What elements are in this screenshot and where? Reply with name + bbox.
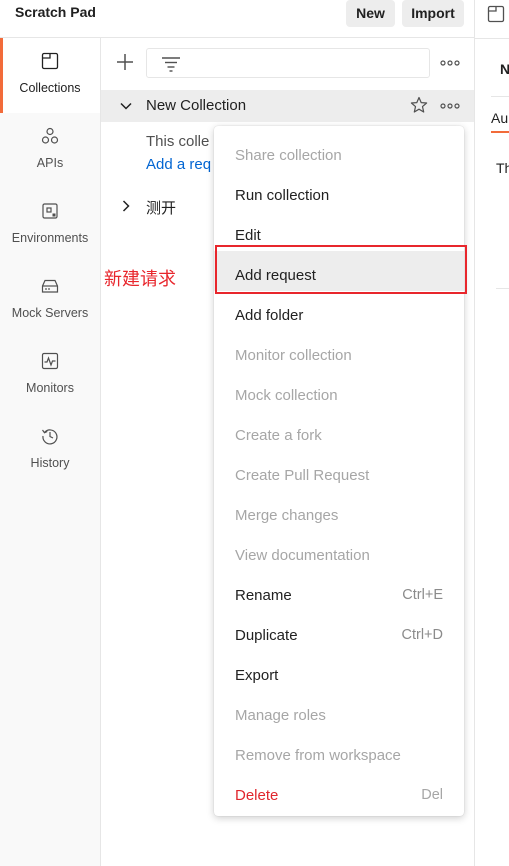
menu-item-label: Edit <box>235 227 261 244</box>
menu-item-label: Create a fork <box>235 427 322 444</box>
menu-item-shortcut: Del <box>421 787 443 803</box>
menu-item-create-fork: Create a fork <box>214 411 464 451</box>
sidebar-item-label: History <box>30 456 70 470</box>
menu-item-delete[interactable]: Delete Del <box>214 771 464 811</box>
sidebar-item-collections[interactable]: Collections <box>0 38 100 113</box>
menu-item-run-collection[interactable]: Run collection <box>214 171 464 211</box>
menu-item-label: Remove from workspace <box>235 747 401 764</box>
add-request-link[interactable]: Add a req <box>146 156 211 173</box>
menu-item-export[interactable]: Export <box>214 651 464 691</box>
menu-item-label: Create Pull Request <box>235 467 370 484</box>
menu-item-share-collection: Share collection <box>214 131 464 171</box>
menu-item-shortcut: Ctrl+D <box>401 627 444 643</box>
collection-name: New Collection <box>146 97 247 114</box>
sidebar-item-history[interactable]: History <box>0 413 100 488</box>
mock-servers-icon <box>41 279 59 293</box>
top-bar: Scratch Pad New Import <box>0 0 474 38</box>
new-button[interactable]: New <box>346 0 395 27</box>
menu-item-add-folder[interactable]: Add folder <box>214 291 464 331</box>
menu-item-label: Export <box>235 667 279 684</box>
sidebar-item-monitors[interactable]: Monitors <box>0 338 100 413</box>
menu-item-merge-changes: Merge changes <box>214 491 464 531</box>
filter-search-box[interactable] <box>146 48 430 78</box>
collections-icon <box>41 52 59 70</box>
divider <box>491 96 509 97</box>
menu-item-duplicate[interactable]: Duplicate Ctrl+D <box>214 611 464 651</box>
monitors-icon <box>41 352 59 370</box>
menu-item-monitor-collection: Monitor collection <box>214 331 464 371</box>
menu-item-label: Manage roles <box>235 707 326 724</box>
more-options-icon[interactable] <box>439 95 461 117</box>
menu-item-label: Duplicate <box>235 627 298 644</box>
add-collection-button[interactable] <box>115 52 135 72</box>
menu-item-view-documentation: View documentation <box>214 531 464 571</box>
menu-item-remove-from-workspace: Remove from workspace <box>214 731 464 771</box>
environments-icon <box>42 203 58 219</box>
collection-context-menu: Share collection Run collection Edit Add… <box>214 126 464 816</box>
menu-item-shortcut: Ctrl+E <box>402 587 443 603</box>
collection-header-title: N <box>500 61 509 77</box>
sidebar: Collections APIs Environments Mock Serve… <box>0 38 101 866</box>
menu-item-label: Mock collection <box>235 387 338 404</box>
collection-tab-icon[interactable] <box>487 5 505 23</box>
import-button[interactable]: Import <box>402 0 464 27</box>
apis-icon <box>41 127 59 144</box>
more-options-icon[interactable] <box>439 52 461 74</box>
chevron-right-icon[interactable] <box>119 199 133 213</box>
menu-item-create-pull-request: Create Pull Request <box>214 451 464 491</box>
sidebar-item-label: Monitors <box>26 381 74 395</box>
tab-body-text: Th <box>496 160 509 176</box>
chevron-down-icon[interactable] <box>119 99 133 113</box>
workspace-title[interactable]: Scratch Pad <box>15 4 96 20</box>
menu-item-label: Rename <box>235 587 292 604</box>
empty-collection-text: This colle <box>146 133 210 150</box>
sidebar-item-label: APIs <box>36 156 64 170</box>
divider <box>496 288 509 289</box>
collection-row-new-collection[interactable]: New Collection <box>101 90 474 122</box>
divider <box>475 38 509 39</box>
sidebar-item-environments[interactable]: Environments <box>0 188 100 263</box>
sidebar-item-apis[interactable]: APIs <box>0 113 100 188</box>
active-tab-indicator <box>491 131 509 133</box>
menu-item-label: Delete <box>235 787 279 804</box>
annotation-label: 新建请求 <box>104 269 176 290</box>
tab-authorization[interactable]: Au <box>491 110 508 126</box>
menu-item-label: Run collection <box>235 187 330 204</box>
annotation-highlight-box <box>215 245 467 294</box>
menu-item-label: Merge changes <box>235 507 339 524</box>
menu-item-label: View documentation <box>235 547 370 564</box>
menu-item-label: Share collection <box>235 147 342 164</box>
menu-item-label: Monitor collection <box>235 347 352 364</box>
menu-item-mock-collection: Mock collection <box>214 371 464 411</box>
star-icon[interactable] <box>410 96 428 114</box>
sidebar-item-mock-servers[interactable]: Mock Servers <box>0 263 100 338</box>
filter-icon <box>162 57 180 72</box>
menu-item-manage-roles: Manage roles <box>214 691 464 731</box>
menu-item-rename[interactable]: Rename Ctrl+E <box>214 571 464 611</box>
request-panel: N Au Th <box>474 0 509 866</box>
menu-item-label: Add folder <box>235 307 304 324</box>
collection-name: 测开 <box>146 200 177 217</box>
sidebar-item-label: Mock Servers <box>11 306 89 320</box>
history-icon <box>42 429 58 445</box>
sidebar-item-label: Environments <box>11 231 89 245</box>
sidebar-item-label: Collections <box>19 81 81 95</box>
